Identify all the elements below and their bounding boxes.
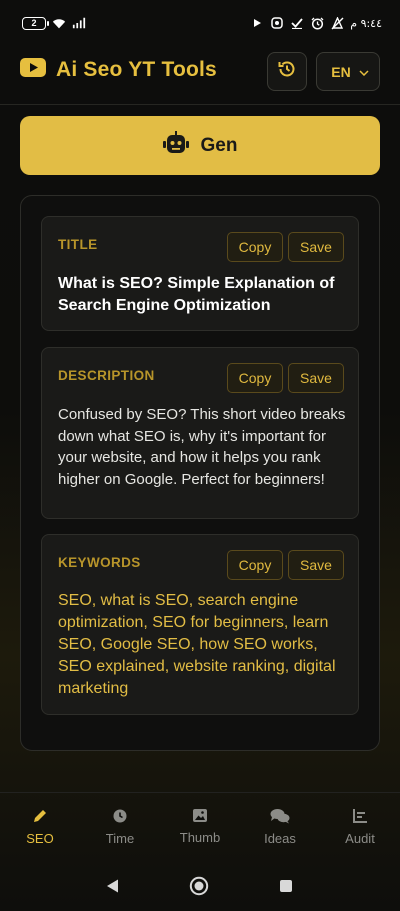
gen-label: Gen (200, 134, 238, 156)
image-icon (192, 808, 208, 828)
language-select[interactable]: EN (316, 52, 380, 91)
nav-item-seo[interactable]: SEO (0, 798, 80, 850)
nav-item-time[interactable]: Time (80, 798, 160, 850)
app-header: Ai Seo YT Tools EN (0, 50, 400, 106)
history-button[interactable] (267, 52, 307, 91)
copy-keywords-button[interactable]: Copy (227, 550, 283, 580)
battery-icon: 2 (22, 16, 49, 30)
back-button[interactable] (103, 876, 123, 896)
system-nav-bar (0, 866, 400, 906)
nav-label: Time (105, 831, 135, 846)
status-bar-right: ٩:٤٤ م (250, 16, 382, 30)
card-label: TITLE (58, 237, 98, 252)
youtube-icon (20, 58, 46, 82)
language-label: EN (331, 63, 351, 80)
description-card: DESCRIPTION Copy Save Confused by SEO? T… (41, 347, 359, 519)
copy-description-button[interactable]: Copy (227, 363, 283, 393)
bottom-nav-divider (0, 792, 400, 793)
status-bar-left: 2 (22, 16, 86, 30)
save-title-button[interactable]: Save (288, 232, 344, 262)
nav-item-thumb[interactable]: Thumb (160, 798, 240, 850)
robot-icon (162, 131, 189, 160)
generated-title: What is SEO? Simple Explanation of Searc… (58, 275, 335, 314)
pencil-icon (32, 808, 48, 829)
record-icon (270, 16, 284, 30)
title-card: TITLE Copy Save What is SEO? Simple Expl… (41, 216, 359, 331)
check-icon (290, 16, 304, 30)
card-label: DESCRIPTION (58, 368, 155, 383)
keywords-card: KEYWORDS Copy Save SEO, what is SEO, sea… (41, 534, 359, 715)
bottom-nav: SEO Time Thumb Ideas Audit (0, 798, 400, 850)
chevron-down-icon (359, 63, 369, 81)
save-keywords-button[interactable]: Save (288, 550, 344, 580)
alarm-icon (310, 16, 324, 30)
bar-list-icon (352, 808, 368, 829)
brand: Ai Seo YT Tools (20, 58, 217, 82)
home-button[interactable] (189, 876, 209, 896)
nav-label: Thumb (179, 830, 221, 845)
generated-keywords: SEO, what is SEO, search engine optimiza… (58, 592, 336, 697)
card-label: KEYWORDS (58, 555, 141, 570)
nav-item-ideas[interactable]: Ideas (240, 798, 320, 850)
nav-label: SEO (26, 831, 54, 846)
nav-item-audit[interactable]: Audit (320, 798, 400, 850)
results-panel: TITLE Copy Save What is SEO? Simple Expl… (20, 195, 380, 751)
status-bar: 2 ٩:٤٤ م (0, 0, 400, 46)
play-icon (250, 16, 264, 30)
nav-label: Audit (345, 831, 375, 846)
gen-button[interactable]: Gen (20, 116, 380, 175)
clock-icon (112, 808, 128, 829)
app-title: Ai Seo YT Tools (56, 58, 217, 81)
generated-description: Confused by SEO? This short video breaks… (58, 406, 346, 488)
app-screen: 2 ٩:٤٤ م Ai Seo YT Tools EN Gen TITLE Co… (0, 0, 400, 896)
data-saver-icon (330, 16, 344, 30)
signal-icon (72, 16, 86, 30)
status-time: ٩:٤٤ م (350, 16, 382, 30)
history-icon (277, 59, 297, 84)
recents-button[interactable] (276, 876, 296, 896)
header-divider (0, 104, 400, 105)
wifi-icon (52, 16, 66, 30)
save-description-button[interactable]: Save (288, 363, 344, 393)
nav-label: Ideas (264, 831, 296, 846)
chat-bubbles-icon (270, 808, 290, 829)
copy-title-button[interactable]: Copy (227, 232, 283, 262)
